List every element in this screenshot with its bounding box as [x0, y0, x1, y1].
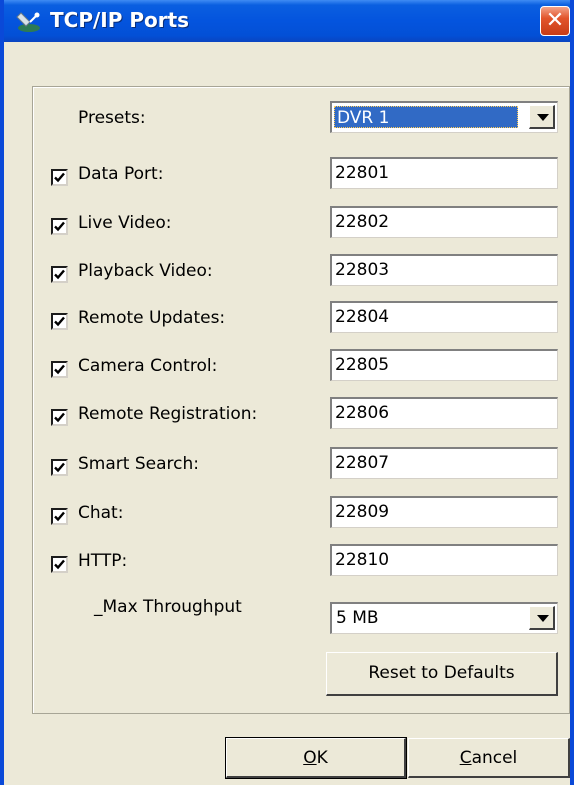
chevron-down-icon[interactable]: [529, 105, 555, 129]
checkbox-http[interactable]: [51, 556, 68, 573]
label-camera-control: Camera Control:: [78, 356, 218, 376]
tcp-ip-ports-dialog: TCP/IP Ports ✕ Presets: DVR 1 Data Port:…: [0, 0, 574, 785]
reset-to-defaults-button[interactable]: Reset to Defaults: [326, 652, 558, 696]
checkbox-live-video[interactable]: [51, 218, 68, 235]
checkbox-playback-video[interactable]: [51, 266, 68, 283]
checkbox-camera-control[interactable]: [51, 361, 68, 378]
port-field-remote-updates[interactable]: 22804: [330, 301, 558, 333]
label-remote-updates: Remote Updates:: [78, 308, 226, 328]
cancel-button[interactable]: Cancel: [408, 738, 570, 778]
label-live-video: Live Video:: [78, 213, 172, 233]
checkbox-data-port[interactable]: [51, 169, 68, 186]
presets-label: Presets:: [78, 108, 146, 128]
reset-to-defaults-label: Reset to Defaults: [368, 663, 515, 683]
cancel-mnemonic: C: [459, 748, 472, 768]
title-bar[interactable]: TCP/IP Ports ✕: [4, 0, 570, 42]
label-http: HTTP:: [78, 551, 128, 571]
port-field-chat[interactable]: 22809: [330, 496, 558, 528]
checkbox-smart-search[interactable]: [51, 459, 68, 476]
satellite-icon: [16, 12, 40, 32]
close-button[interactable]: ✕: [540, 6, 570, 36]
port-field-http[interactable]: 22810: [330, 544, 558, 576]
chevron-down-icon[interactable]: [529, 606, 555, 630]
label-data-port: Data Port:: [78, 164, 164, 184]
max-throughput-selected-value: 5 MB: [336, 608, 379, 628]
cancel-label-rest: ancel: [471, 748, 518, 768]
checkbox-remote-updates[interactable]: [51, 313, 68, 330]
label-playback-video: Playback Video:: [78, 261, 213, 281]
port-field-data-port[interactable]: 22801: [330, 157, 558, 189]
port-field-remote-registration[interactable]: 22806: [330, 397, 558, 429]
presets-dropdown[interactable]: DVR 1: [330, 101, 558, 133]
port-field-live-video[interactable]: 22802: [330, 206, 558, 238]
port-field-camera-control[interactable]: 22805: [330, 349, 558, 381]
port-field-playback-video[interactable]: 22803: [330, 254, 558, 286]
ok-label-rest: K: [316, 748, 328, 768]
max-throughput-dropdown[interactable]: 5 MB: [330, 602, 558, 634]
checkbox-remote-registration[interactable]: [51, 409, 68, 426]
label-smart-search: Smart Search:: [78, 454, 199, 474]
checkbox-chat[interactable]: [51, 508, 68, 525]
ok-mnemonic: O: [303, 748, 317, 768]
ok-button[interactable]: OK: [225, 737, 407, 779]
close-icon: ✕: [545, 8, 565, 33]
max-throughput-label: _Max Throughput: [94, 597, 242, 617]
presets-selected-value: DVR 1: [334, 106, 518, 128]
label-chat: Chat:: [78, 503, 124, 523]
window-title: TCP/IP Ports: [50, 8, 190, 32]
label-remote-registration: Remote Registration:: [78, 404, 258, 424]
port-field-smart-search[interactable]: 22807: [330, 447, 558, 479]
